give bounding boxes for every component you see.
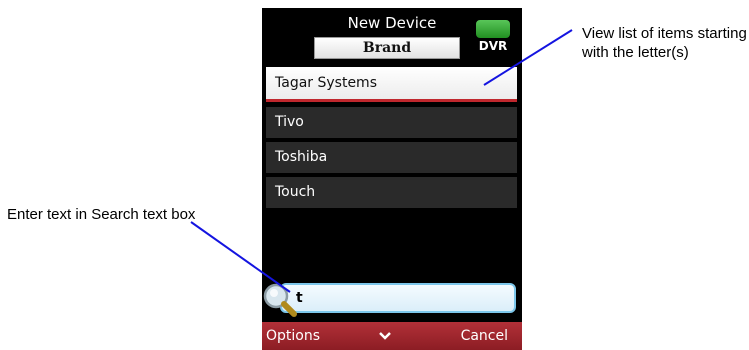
cancel-button[interactable]: Cancel	[461, 322, 508, 350]
device-screen: New Device Brand DVR Tagar Systems Tivo …	[262, 8, 522, 350]
search-callout: Enter text in Search text box	[7, 206, 196, 223]
softkey-bar: Options Cancel	[262, 322, 522, 350]
dvr-icon	[476, 20, 510, 38]
brand-list: Tagar Systems Tivo Toshiba Touch	[266, 67, 517, 212]
search-input[interactable]: t	[280, 283, 516, 313]
dvr-badge: DVR	[474, 16, 512, 60]
chevron-down-icon[interactable]	[378, 328, 392, 342]
options-button[interactable]: Options	[266, 322, 320, 350]
search-icon	[263, 283, 297, 317]
list-callout: View list of items starting with the let…	[582, 25, 747, 61]
list-item[interactable]: Tivo	[266, 107, 517, 138]
search-area: t	[262, 281, 522, 321]
list-item[interactable]: Tagar Systems	[266, 67, 517, 102]
dvr-label: DVR	[478, 39, 508, 53]
list-item[interactable]: Touch	[266, 177, 517, 208]
list-item[interactable]: Toshiba	[266, 142, 517, 173]
brand-tab[interactable]: Brand	[314, 37, 460, 59]
